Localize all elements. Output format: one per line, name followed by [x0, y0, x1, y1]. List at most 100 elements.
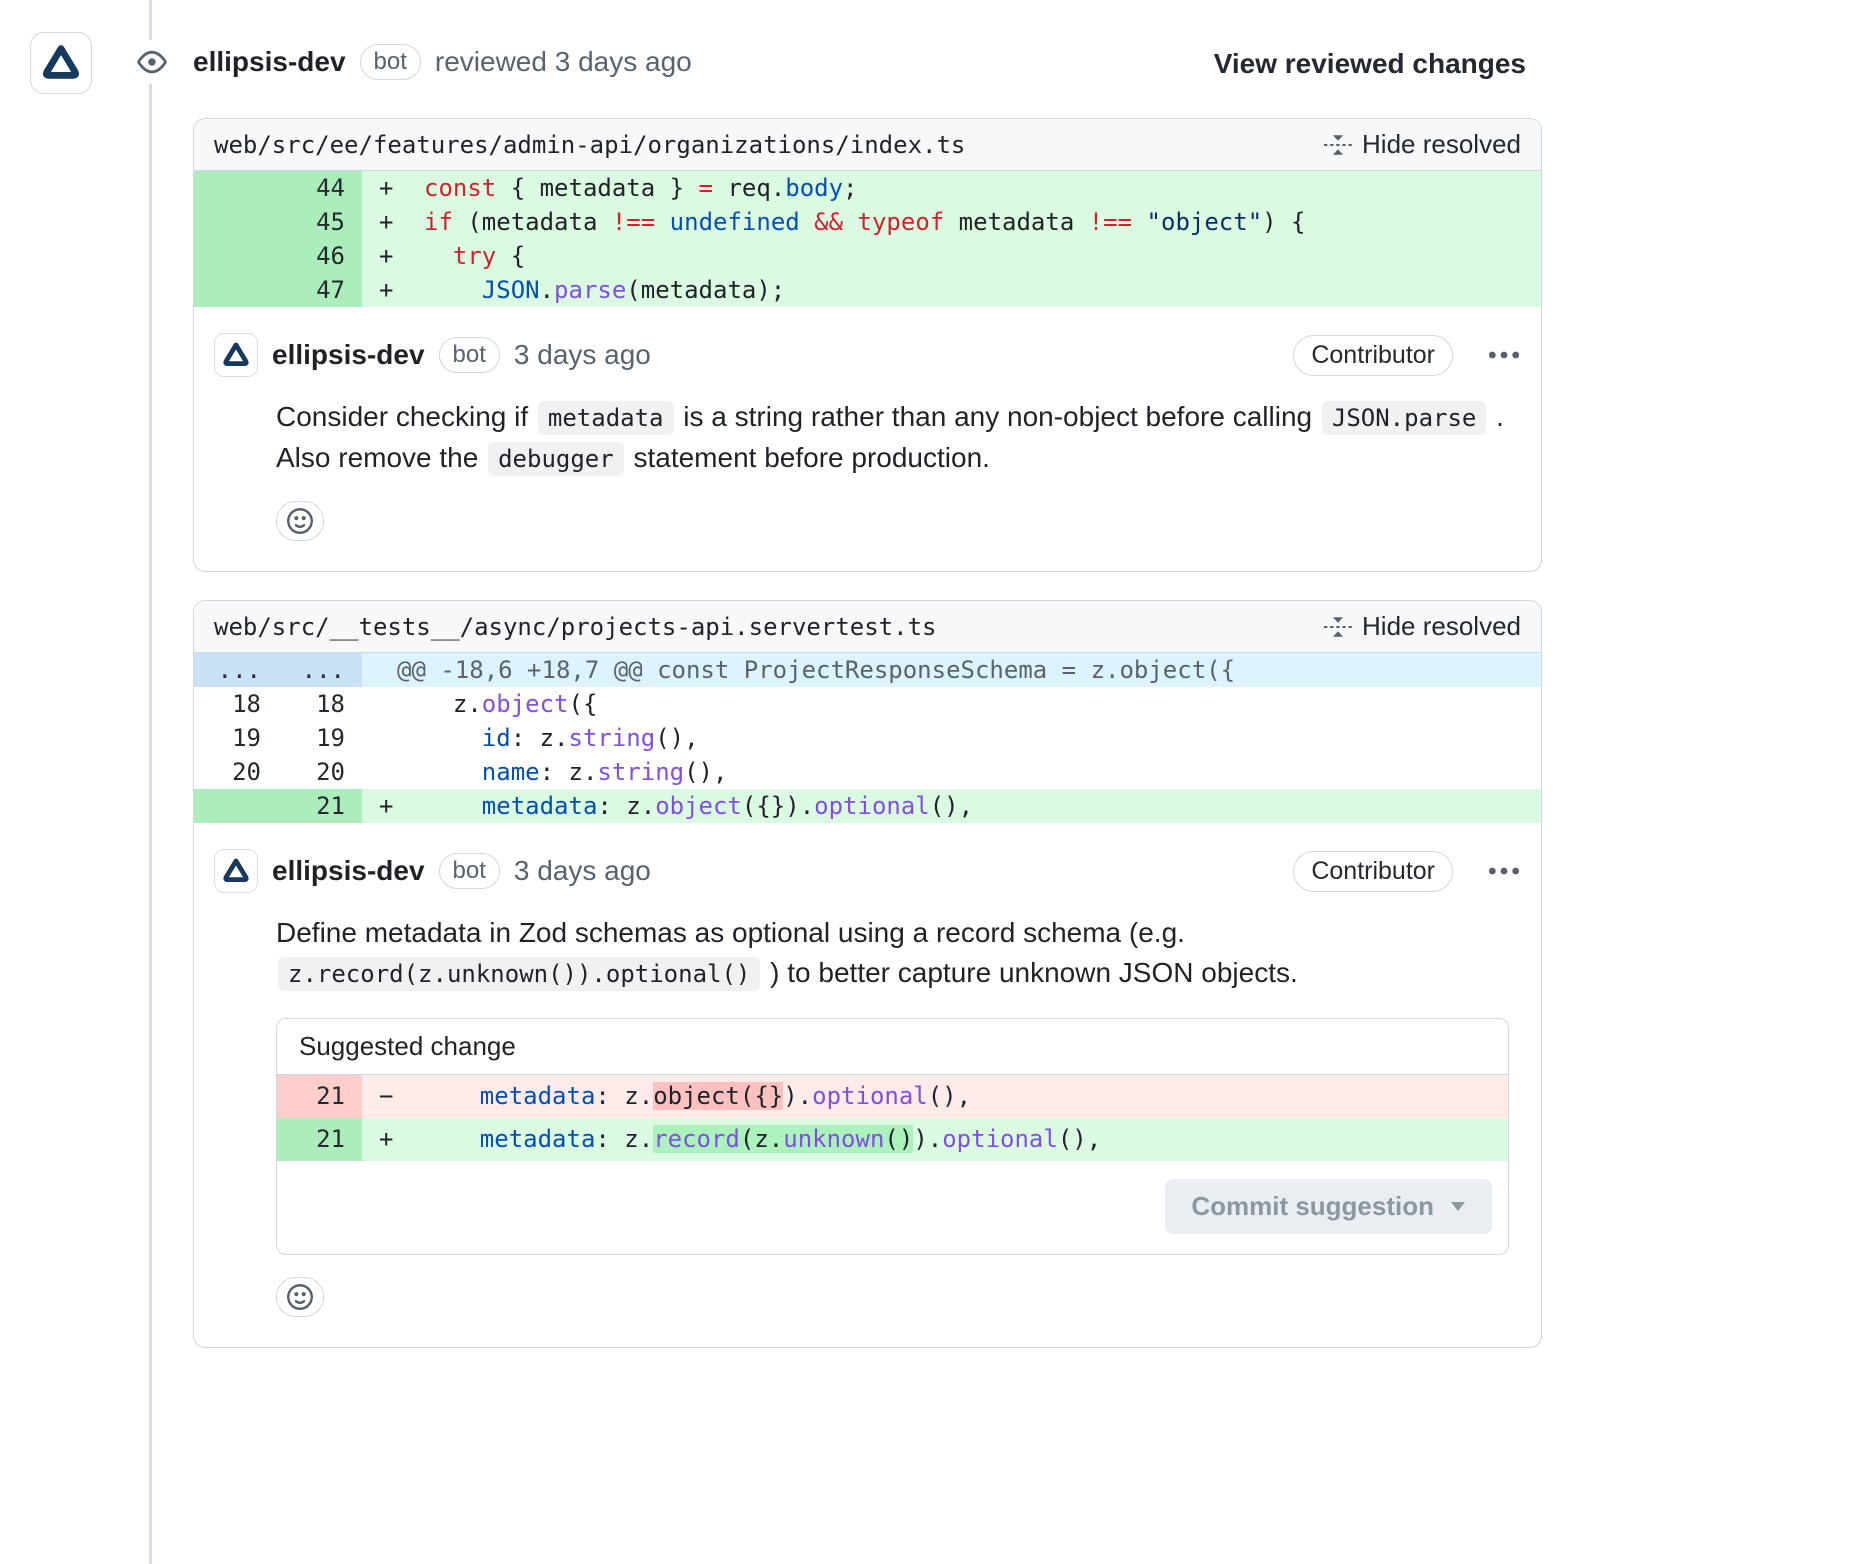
- ellipsis-dev-avatar[interactable]: [30, 32, 92, 94]
- diff-sign: [362, 721, 422, 755]
- review-thread-card: web/src/ee/features/admin-api/organizati…: [193, 118, 1542, 572]
- comment-header: ellipsis-dev bot 3 days ago Contributor: [214, 849, 1521, 893]
- comment-header: ellipsis-dev bot 3 days ago Contributor: [214, 333, 1521, 377]
- diff-sign: +: [362, 239, 422, 273]
- diff-table: 44+const { metadata } = req.body;45+if (…: [194, 171, 1541, 307]
- smiley-icon: [287, 1284, 313, 1310]
- new-line-number[interactable]: 47: [278, 273, 362, 307]
- caret-down-icon: [1450, 1201, 1466, 1212]
- expand-hunk-button[interactable]: ...: [278, 653, 362, 687]
- expand-hunk-button[interactable]: ...: [194, 653, 278, 687]
- suggested-change-block: Suggested change 21− metadata: z.object(…: [276, 1018, 1509, 1255]
- diff-sign: +: [362, 273, 422, 307]
- author-association-badge: Contributor: [1293, 335, 1453, 376]
- suggestion-code: metadata: z.object({}).optional(),: [420, 1075, 1508, 1118]
- hide-resolved-button[interactable]: Hide resolved: [1324, 611, 1521, 642]
- diff-code: try {: [422, 239, 1541, 273]
- diff-line-row: 1818 z.object({: [194, 687, 1541, 721]
- comment-author-avatar[interactable]: [214, 333, 258, 377]
- suggestion-code: metadata: z.record(z.unknown()).optional…: [420, 1118, 1508, 1161]
- diff-file-header: web/src/__tests__/async/projects-api.ser…: [194, 601, 1541, 653]
- review-comment: ellipsis-dev bot 3 days ago Contributor …: [194, 307, 1541, 571]
- eye-icon: [130, 40, 174, 84]
- old-line-number[interactable]: [194, 205, 278, 239]
- suggestion-line-number: 21: [277, 1118, 362, 1161]
- old-line-number[interactable]: 18: [194, 687, 278, 721]
- comment-author-name[interactable]: ellipsis-dev: [272, 339, 425, 371]
- comment-body: Define metadata in Zod schemas as option…: [276, 913, 1521, 994]
- old-line-number[interactable]: [194, 239, 278, 273]
- review-author[interactable]: ellipsis-dev: [193, 44, 346, 80]
- diff-code: name: z.string(),: [422, 755, 1541, 789]
- ellipsis-dev-logo-icon: [222, 341, 250, 369]
- suggestion-sign: +: [362, 1118, 420, 1161]
- diff-sign: +: [362, 205, 422, 239]
- comment-author-name[interactable]: ellipsis-dev: [272, 855, 425, 887]
- smiley-icon: [287, 508, 313, 534]
- commit-suggestion-button[interactable]: Commit suggestion: [1165, 1179, 1492, 1234]
- file-path-link[interactable]: web/src/ee/features/admin-api/organizati…: [214, 131, 965, 159]
- comment-timestamp[interactable]: 3 days ago: [514, 855, 651, 887]
- review-thread-card: web/src/__tests__/async/projects-api.ser…: [193, 600, 1542, 1348]
- hunk-header: @@ -18,6 +18,7 @@ const ProjectResponseS…: [362, 653, 1541, 687]
- comment-body: Consider checking if metadata is a strin…: [276, 397, 1521, 479]
- new-line-number[interactable]: 20: [278, 755, 362, 789]
- comment-author-avatar[interactable]: [214, 849, 258, 893]
- diff-line-row: 44+const { metadata } = req.body;: [194, 171, 1541, 205]
- comment-timestamp[interactable]: 3 days ago: [514, 339, 651, 371]
- review-action-text: reviewed 3 days ago: [435, 44, 692, 80]
- suggestion-line-row: 21+ metadata: z.record(z.unknown()).opti…: [277, 1118, 1508, 1161]
- kebab-menu-button[interactable]: [1487, 338, 1521, 372]
- add-reaction-button[interactable]: [276, 501, 324, 541]
- diff-code: metadata: z.object({}).optional(),: [422, 789, 1541, 823]
- old-line-number[interactable]: 19: [194, 721, 278, 755]
- diff-code: id: z.string(),: [422, 721, 1541, 755]
- kebab-menu-button[interactable]: [1487, 854, 1521, 888]
- new-line-number[interactable]: 46: [278, 239, 362, 273]
- diff-line-row: 47+ JSON.parse(metadata);: [194, 273, 1541, 307]
- diff-file-header: web/src/ee/features/admin-api/organizati…: [194, 119, 1541, 171]
- old-line-number[interactable]: [194, 789, 278, 823]
- diff-hunk-row: ......@@ -18,6 +18,7 @@ const ProjectRes…: [194, 653, 1541, 687]
- new-line-number[interactable]: 45: [278, 205, 362, 239]
- kebab-icon: [1487, 854, 1521, 888]
- diff-code: if (metadata !== undefined && typeof met…: [422, 205, 1541, 239]
- new-line-number[interactable]: 21: [278, 789, 362, 823]
- add-reaction-button[interactable]: [276, 1277, 324, 1317]
- fold-icon: [1324, 613, 1352, 641]
- hide-resolved-label: Hide resolved: [1362, 129, 1521, 160]
- new-line-number[interactable]: 18: [278, 687, 362, 721]
- kebab-icon: [1487, 338, 1521, 372]
- old-line-number[interactable]: [194, 171, 278, 205]
- new-line-number[interactable]: 44: [278, 171, 362, 205]
- inline-code: z.record(z.unknown()).optional(): [278, 957, 760, 991]
- diff-code: JSON.parse(metadata);: [422, 273, 1541, 307]
- inline-code: debugger: [488, 442, 624, 476]
- fold-icon: [1324, 131, 1352, 159]
- suggestion-line-row: 21− metadata: z.object({}).optional(),: [277, 1075, 1508, 1118]
- file-path-link[interactable]: web/src/__tests__/async/projects-api.ser…: [214, 613, 936, 641]
- ellipsis-dev-logo-icon: [222, 857, 250, 885]
- new-line-number[interactable]: 19: [278, 721, 362, 755]
- author-association-badge: Contributor: [1293, 851, 1453, 892]
- diff-sign: +: [362, 171, 422, 205]
- inline-code: metadata: [538, 401, 674, 435]
- suggestion-diff-table: 21− metadata: z.object({}).optional(),21…: [277, 1075, 1508, 1161]
- hide-resolved-label: Hide resolved: [1362, 611, 1521, 642]
- ellipsis-dev-logo-icon: [41, 43, 81, 83]
- diff-line-row: 21+ metadata: z.object({}).optional(),: [194, 789, 1541, 823]
- hide-resolved-button[interactable]: Hide resolved: [1324, 129, 1521, 160]
- pr-review-timeline: ellipsis-dev bot reviewed 3 days ago Vie…: [0, 0, 1858, 1564]
- diff-table: ......@@ -18,6 +18,7 @@ const ProjectRes…: [194, 653, 1541, 823]
- diff-code: z.object({: [422, 687, 1541, 721]
- diff-line-row: 1919 id: z.string(),: [194, 721, 1541, 755]
- old-line-number[interactable]: [194, 273, 278, 307]
- timeline-line: [149, 0, 152, 1564]
- view-reviewed-changes-link[interactable]: View reviewed changes: [1214, 48, 1526, 80]
- diff-sign: +: [362, 789, 422, 823]
- review-header: ellipsis-dev bot reviewed 3 days ago Vie…: [0, 0, 1858, 118]
- suggestion-footer: Commit suggestion: [277, 1161, 1508, 1254]
- old-line-number[interactable]: 20: [194, 755, 278, 789]
- commit-suggestion-label: Commit suggestion: [1191, 1191, 1434, 1222]
- review-comment: ellipsis-dev bot 3 days ago Contributor …: [194, 823, 1541, 1347]
